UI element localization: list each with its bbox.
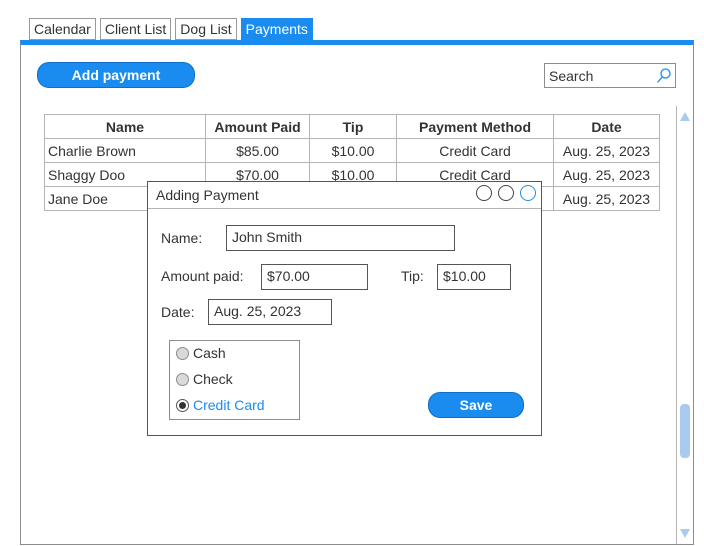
adding-payment-dialog: Adding Payment Name: Amount paid: Tip: D… <box>147 181 542 436</box>
tab-bar: Calendar Client List Dog List Payments <box>29 18 313 40</box>
cell-date: Aug. 25, 2023 <box>553 162 660 187</box>
tip-field[interactable] <box>438 265 510 287</box>
search-icon[interactable] <box>656 67 672 85</box>
radio-label: Check <box>193 371 233 387</box>
close-circle-icon[interactable] <box>520 185 536 201</box>
column-header-payment-method[interactable]: Payment Method <box>396 114 554 139</box>
scrollbar-thumb[interactable] <box>680 404 690 458</box>
maximize-circle-icon[interactable] <box>498 185 514 201</box>
date-field-box <box>208 299 332 325</box>
name-field-box <box>226 225 455 251</box>
cell-amount: $85.00 <box>205 138 310 163</box>
scroll-down-arrow-icon[interactable] <box>680 529 690 538</box>
vertical-scrollbar[interactable] <box>676 106 693 544</box>
radio-option-check[interactable]: Check <box>176 371 233 387</box>
column-header-date[interactable]: Date <box>553 114 660 139</box>
date-field[interactable] <box>209 300 331 322</box>
radio-option-cash[interactable]: Cash <box>176 345 226 361</box>
cell-tip: $10.00 <box>309 138 397 163</box>
search-box <box>544 63 676 88</box>
table-row[interactable]: Charlie Brown $85.00 $10.00 Credit Card … <box>44 138 660 163</box>
radio-label: Credit Card <box>193 397 265 413</box>
tip-field-box <box>437 264 511 290</box>
name-label: Name: <box>161 230 203 246</box>
cell-date: Aug. 25, 2023 <box>553 138 660 163</box>
tab-client-list[interactable]: Client List <box>99 18 172 40</box>
column-header-amount-paid[interactable]: Amount Paid <box>205 114 310 139</box>
amount-paid-field[interactable] <box>262 265 367 287</box>
column-header-name[interactable]: Name <box>44 114 206 139</box>
radio-button-icon[interactable] <box>176 346 189 360</box>
column-header-tip[interactable]: Tip <box>309 114 397 139</box>
save-button[interactable]: Save <box>428 392 524 418</box>
dialog-title-divider <box>148 208 541 209</box>
add-payment-button[interactable]: Add payment <box>37 62 195 88</box>
amount-paid-field-box <box>261 264 368 290</box>
radio-option-credit-card[interactable]: Credit Card <box>176 397 265 413</box>
radio-button-selected-icon[interactable] <box>176 398 189 412</box>
radio-button-icon[interactable] <box>176 372 189 386</box>
tab-payments[interactable]: Payments <box>240 18 313 40</box>
cell-method: Credit Card <box>396 138 554 163</box>
cell-date: Aug. 25, 2023 <box>553 186 660 211</box>
minimize-circle-icon[interactable] <box>476 185 492 201</box>
payment-method-group: Cash Check Credit Card <box>169 340 300 420</box>
amount-paid-label: Amount paid: <box>161 268 244 284</box>
tip-label: Tip: <box>401 268 424 284</box>
search-input[interactable] <box>545 64 653 87</box>
tab-dog-list[interactable]: Dog List <box>175 18 237 40</box>
scroll-up-arrow-icon[interactable] <box>680 112 690 121</box>
date-label: Date: <box>161 304 195 320</box>
radio-label: Cash <box>193 345 226 361</box>
tab-calendar[interactable]: Calendar <box>29 18 96 40</box>
dialog-title: Adding Payment <box>156 187 259 203</box>
cell-name: Charlie Brown <box>44 138 206 163</box>
table-header-row: Name Amount Paid Tip Payment Method Date <box>44 114 660 139</box>
name-field[interactable] <box>227 226 454 248</box>
